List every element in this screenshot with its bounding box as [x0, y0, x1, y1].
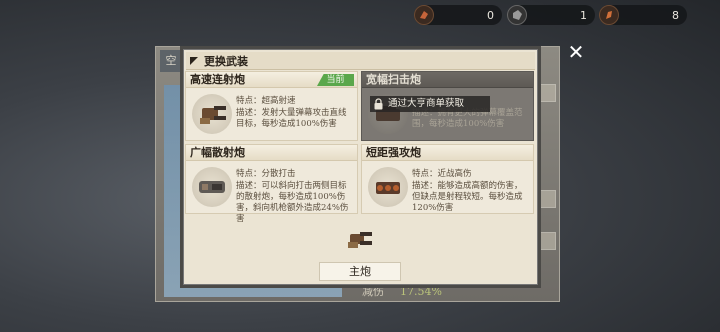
- unlock-hint: 通过大亨商单获取: [388, 98, 465, 109]
- weapon-icon: [192, 94, 232, 134]
- weapon-feature: 特点：分散打击: [236, 169, 296, 179]
- weapon-description: 特点：超高射速 描述：发射大量弹幕攻击直线目标，每秒造成100%伤害: [236, 96, 353, 131]
- weapon-card-title: 短距强攻炮: [362, 145, 533, 161]
- resource-value: 0: [487, 8, 494, 22]
- weapon-detail: 描述：发射大量弹幕攻击直线目标，每秒造成100%伤害: [236, 108, 347, 129]
- weapon-card-title: 广幅散射炮: [186, 145, 357, 161]
- dialog-header: 更换武装: [186, 52, 535, 70]
- weapon-description: 特点：近战高伤 描述：能够造成高额的伤害，但缺点是射程较短。每秒造成120%伤害: [412, 169, 529, 215]
- weapon-card[interactable]: 短距强攻炮 特点：近战高伤 描述：能够造成高额的伤害，但缺点是射程较短。每秒造成…: [361, 144, 534, 214]
- dialog-title: 更换武装: [204, 54, 248, 68]
- resource-counter[interactable]: 8: [599, 5, 687, 25]
- header-corner-icon: [190, 56, 198, 65]
- weapon-feature: 特点：超高射速: [236, 96, 296, 106]
- weapon-feature: 特点：近战高伤: [412, 169, 472, 179]
- weapon-card-locked[interactable]: 宽幅扫击炮 描述：拥有更大的弹幕覆盖范围，每秒造成100%伤害 通过大亨商单获取: [361, 71, 534, 141]
- red-crystal-icon: [414, 5, 434, 25]
- weapon-icon: [368, 167, 408, 207]
- resource-counter[interactable]: 1: [507, 5, 595, 25]
- main-cannon-slot-button[interactable]: 主炮: [319, 262, 401, 281]
- lock-icon: [374, 98, 383, 110]
- weapon-detail: 描述：可以斜向打击两侧目标的散射炮，每秒造成100%伤害，斜向机枪额外造成24%…: [236, 181, 349, 224]
- weapon-card[interactable]: 广幅散射炮 特点：分散打击 描述：可以斜向打击两侧目标的散射炮，每秒造成100%…: [185, 144, 358, 224]
- resource-counter[interactable]: 0: [414, 5, 502, 25]
- selected-weapon-icon: [342, 222, 378, 258]
- weapon-icon: [192, 167, 232, 207]
- copper-part-icon: [599, 5, 619, 25]
- resource-value: 1: [580, 8, 587, 22]
- weapon-description: 特点：分散打击 描述：可以斜向打击两侧目标的散射炮，每秒造成100%伤害，斜向机…: [236, 169, 353, 226]
- weapon-card[interactable]: 高速连射炮 当前 特点：超高射速 描述：发射大量弹幕攻击直线目标，每秒造成100…: [185, 71, 358, 141]
- resource-value: 8: [672, 8, 679, 22]
- lock-banner: 通过大亨商单获取: [370, 96, 490, 112]
- close-icon[interactable]: ✕: [566, 42, 586, 62]
- background-side-tab: 空: [160, 50, 182, 72]
- gray-ore-icon: [507, 5, 527, 25]
- weapon-detail: 描述：能够造成高额的伤害，但缺点是射程较短。每秒造成120%伤害: [412, 181, 523, 213]
- weapon-card-title: 宽幅扫击炮: [362, 72, 533, 88]
